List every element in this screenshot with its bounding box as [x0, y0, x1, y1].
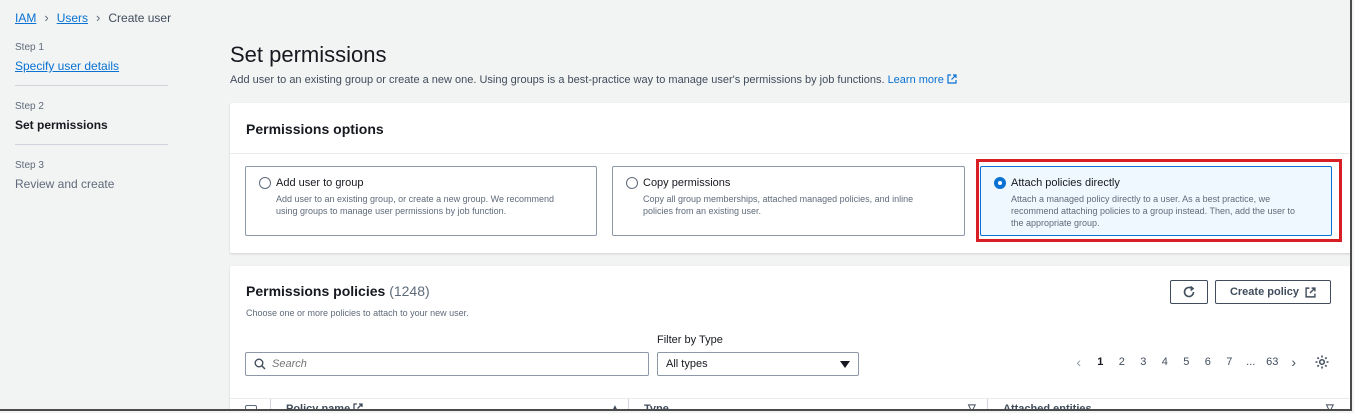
permissions-policies-panel: Permissions policies (1248) Choose one o…	[230, 266, 1350, 409]
option-title: Attach policies directly	[1011, 177, 1120, 189]
breadcrumb-current: Create user	[108, 10, 172, 25]
option-description-line: using groups to manage user permissions …	[276, 206, 507, 216]
option-description-line: recommend attaching policies to a group …	[1011, 206, 1296, 216]
description-text: Add user to an existing group or create …	[230, 74, 885, 86]
pagination: ‹ 1 2 3 4 5 6 7 ... 63 ›	[1068, 354, 1305, 370]
chevron-right-icon[interactable]: ›	[1283, 354, 1305, 370]
page-button[interactable]: 7	[1219, 356, 1241, 368]
column-divider	[628, 399, 629, 409]
policies-count: (1248)	[389, 283, 430, 299]
step-2-title: Set permissions	[15, 118, 108, 132]
option-title: Add user to group	[276, 177, 364, 189]
policies-title: Permissions policies	[246, 283, 386, 299]
option-description-line: Add user to an existing group, or create…	[276, 194, 554, 204]
external-link-icon	[353, 403, 363, 409]
refresh-icon	[1183, 285, 1195, 298]
caret-down-icon	[840, 360, 850, 368]
step-2: Step 2 Set permissions	[15, 101, 168, 145]
search-input[interactable]	[272, 358, 632, 370]
settings-gear-icon[interactable]	[1314, 354, 1330, 370]
option-copy-permissions[interactable]: Copy permissions Copy all group membersh…	[612, 166, 965, 236]
wizard-steps: Step 1 Specify user details Step 2 Set p…	[15, 42, 168, 218]
step-number: Step 1	[15, 42, 44, 53]
permissions-policies-heading: Permissions policies (1248)	[246, 283, 430, 299]
column-divider	[270, 399, 271, 409]
chevron-right-icon: ›	[96, 10, 101, 25]
sort-icon[interactable]: ▲	[610, 403, 620, 409]
type-filter-select[interactable]: All types	[657, 352, 859, 376]
option-title: Copy permissions	[643, 177, 731, 189]
page-button[interactable]: 4	[1154, 356, 1176, 368]
create-policy-label: Create policy	[1229, 286, 1300, 298]
page-description: Add user to an existing group or create …	[230, 74, 957, 86]
learn-more-link[interactable]: Learn more	[888, 74, 957, 86]
radio-button[interactable]	[626, 177, 638, 189]
page-button[interactable]: 3	[1133, 356, 1155, 368]
option-description-line: Copy all group memberships, attached man…	[643, 194, 914, 204]
step-1-link[interactable]: Specify user details	[15, 59, 168, 73]
radio-button[interactable]	[259, 177, 271, 189]
refresh-button[interactable]	[1170, 280, 1208, 304]
step-3-title: Review and create	[15, 177, 115, 191]
chevron-left-icon[interactable]: ‹	[1068, 354, 1090, 370]
sort-icon[interactable]: ▽	[968, 403, 976, 409]
policy-search-field[interactable]	[245, 352, 649, 376]
select-all-checkbox[interactable]	[245, 405, 257, 409]
option-description-line: Attach a managed policy directly to a us…	[1011, 194, 1271, 204]
page-button[interactable]: 6	[1197, 356, 1219, 368]
column-type[interactable]: Type	[644, 403, 669, 409]
option-description-line: the appropriate group.	[1011, 218, 1100, 228]
breadcrumb-users-link[interactable]: Users	[57, 11, 88, 25]
step-number: Step 2	[15, 101, 44, 112]
filter-by-type-label: Filter by Type	[657, 334, 723, 346]
option-description-line: policies from an existing user.	[643, 206, 762, 216]
permissions-options-heading: Permissions options	[246, 121, 384, 137]
column-divider	[987, 399, 988, 409]
search-icon	[254, 358, 266, 370]
policies-table-header: Policy name ▲ Type ▽ Attached entities ▽	[230, 398, 1350, 409]
radio-button-selected[interactable]	[994, 177, 1006, 189]
policies-subtitle: Choose one or more policies to attach to…	[246, 308, 469, 318]
create-policy-button[interactable]: Create policy	[1215, 280, 1331, 304]
page-ellipsis: ...	[1246, 356, 1256, 368]
column-attached-entities[interactable]: Attached entities	[1003, 403, 1092, 409]
type-filter-value: All types	[666, 358, 708, 370]
page-frame: IAM › Users › Create user Step 1 Specify…	[0, 0, 1352, 411]
page-title: Set permissions	[230, 42, 387, 67]
divider	[230, 153, 1350, 154]
step-number: Step 3	[15, 160, 44, 171]
sort-icon[interactable]: ▽	[1326, 403, 1334, 409]
option-attach-policies-directly[interactable]: Attach policies directly Attach a manage…	[980, 166, 1332, 236]
page-button[interactable]: 63	[1262, 356, 1284, 368]
step-3: Step 3 Review and create	[15, 160, 168, 203]
page-button[interactable]: 5	[1176, 356, 1198, 368]
page-button[interactable]: 1	[1090, 356, 1112, 368]
step-1: Step 1 Specify user details	[15, 42, 168, 86]
chevron-right-icon: ›	[44, 10, 49, 25]
breadcrumb: IAM › Users › Create user	[15, 10, 171, 25]
external-link-icon	[1305, 286, 1316, 298]
option-add-user-to-group[interactable]: Add user to group Add user to an existin…	[245, 166, 597, 236]
column-policy-name[interactable]: Policy name	[286, 403, 363, 409]
external-link-icon	[947, 74, 957, 84]
permissions-options-panel: Permissions options Add user to group Ad…	[230, 103, 1350, 253]
breadcrumb-iam-link[interactable]: IAM	[15, 11, 36, 25]
page-button[interactable]: 2	[1111, 356, 1133, 368]
